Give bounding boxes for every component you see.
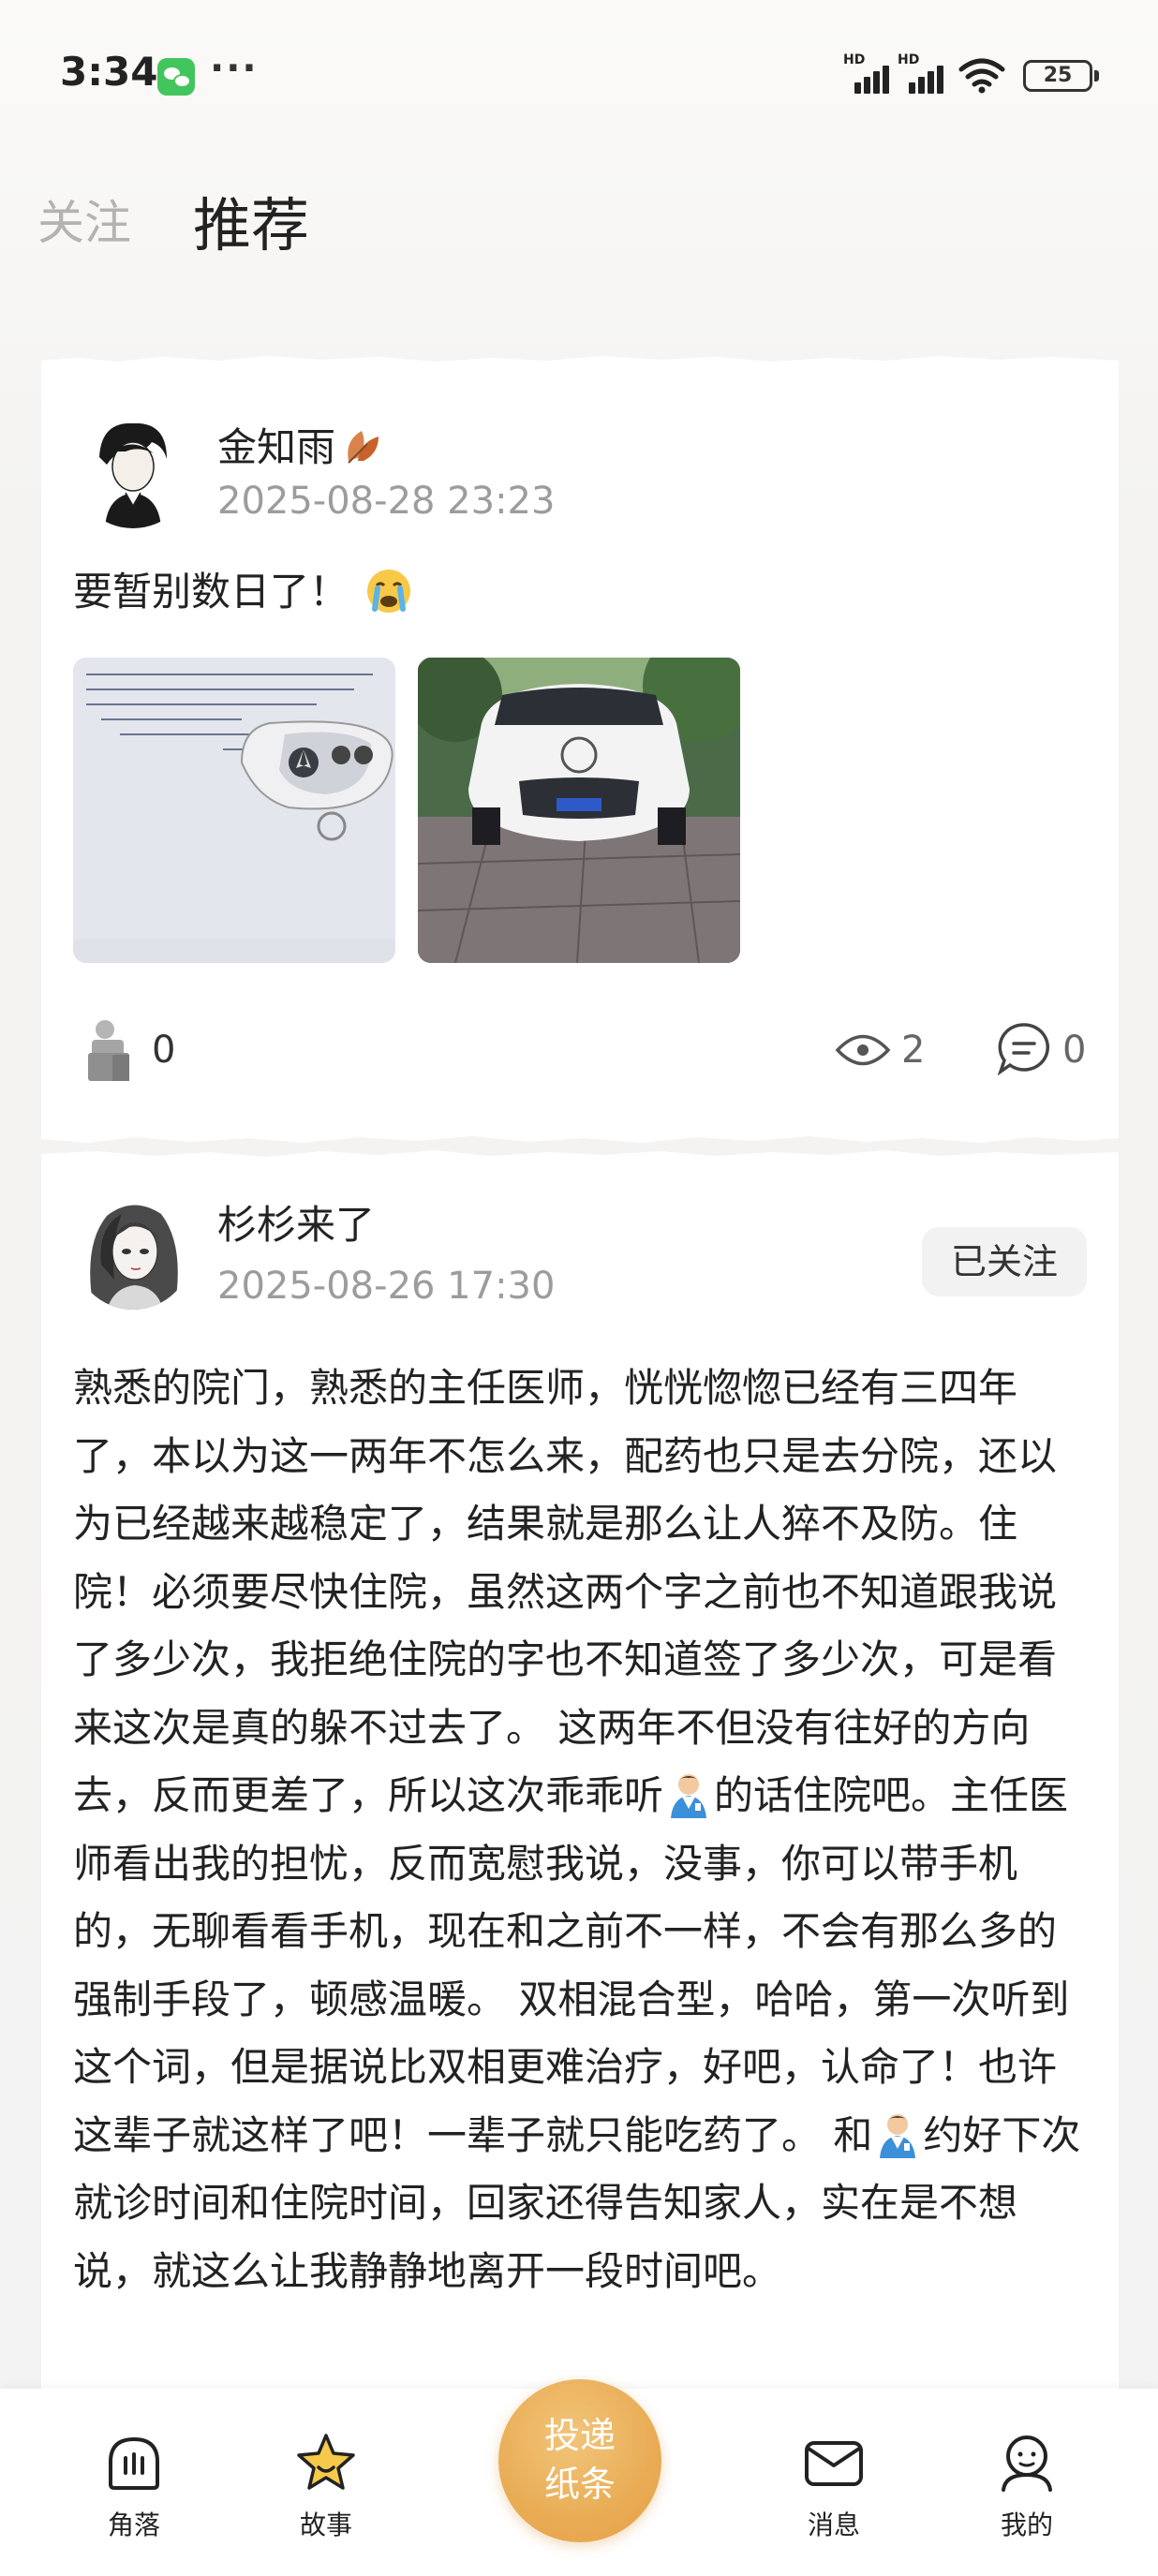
- crying-face-icon: [367, 570, 411, 613]
- more-notifications-icon: ···: [210, 47, 259, 90]
- wifi-icon: [958, 58, 1005, 94]
- username[interactable]: 杉杉来了: [217, 1193, 375, 1251]
- post-actions: 0 2 0: [41, 1012, 1119, 1096]
- post-note-label-line2: 纸条: [543, 2464, 616, 2505]
- nav-story[interactable]: 故事: [270, 2430, 382, 2552]
- post-text[interactable]: 熟悉的院门，熟悉的主任医师，恍恍惚惚已经有三四年了，本以为这一两年不怎么来，配药…: [73, 1355, 1094, 2305]
- signal-hd-label-2: HD: [898, 52, 920, 67]
- like-count: 0: [152, 1029, 176, 1072]
- doctor-emoji-icon: [671, 1774, 707, 1818]
- nav-message-label: 消息: [807, 2509, 860, 2540]
- signal-icon: HD: [843, 52, 901, 94]
- tab-follow[interactable]: 关注: [37, 185, 131, 253]
- post-timestamp: 2025-08-28 23:23: [217, 480, 556, 523]
- comment-count: 0: [1062, 1029, 1087, 1072]
- post-text-segment: 熟悉的院门，熟悉的主任医师，恍恍惚惚已经有三四年了，本以为这一两年不怎么来，配药…: [73, 1365, 1058, 1818]
- nav-story-label: 故事: [299, 2509, 352, 2540]
- tab-recommend[interactable]: 推荐: [193, 178, 309, 262]
- eye-icon: [835, 1034, 891, 1066]
- envelope-icon: [805, 2441, 863, 2486]
- post-text-content[interactable]: 要暂别数日了！: [73, 569, 349, 614]
- torn-edge: [41, 1150, 1119, 1162]
- nav-message[interactable]: 消息: [778, 2430, 890, 2552]
- corner-house-icon: [109, 2436, 159, 2490]
- autumn-leaf-icon: [348, 431, 379, 464]
- post-note-button[interactable]: 投递 纸条: [498, 2379, 661, 2542]
- status-time: 3:34: [60, 49, 158, 95]
- post-photo-document[interactable]: [73, 658, 395, 963]
- wechat-icon: [157, 58, 195, 96]
- username-text[interactable]: 金知雨: [217, 424, 335, 470]
- nav-corner[interactable]: 角落: [78, 2430, 190, 2552]
- doctor-emoji-icon: [880, 2113, 916, 2158]
- post-card[interactable]: 杉杉来了 2025-08-26 17:30 已关注 熟悉的院门，熟悉的主任医师，…: [41, 1150, 1119, 2415]
- avatar[interactable]: [73, 1190, 193, 1310]
- avatar[interactable]: [73, 408, 193, 528]
- username[interactable]: 金知雨: [217, 416, 384, 473]
- view-count: 2: [901, 1029, 926, 1072]
- battery-icon: 25: [1023, 60, 1099, 92]
- comment-icon[interactable]: [997, 1021, 1051, 1075]
- follow-status-button[interactable]: 已关注: [922, 1227, 1087, 1296]
- signal-icon-2: HD: [898, 52, 956, 94]
- nav-mine[interactable]: 我的: [971, 2430, 1083, 2552]
- signal-hd-label: HD: [843, 52, 866, 67]
- nav-corner-label: 角落: [107, 2509, 160, 2540]
- post-photo-car[interactable]: [418, 658, 740, 963]
- figure-like-icon[interactable]: [84, 1017, 133, 1083]
- status-bar: 3:34 ··· HD HD 25: [0, 0, 1158, 150]
- star-icon: [297, 2434, 355, 2490]
- post-card[interactable]: 金知雨 2025-08-28 23:23 要暂别数日了！ 0 2 0: [41, 356, 1119, 1143]
- nav-mine-label: 我的: [1000, 2509, 1053, 2540]
- torn-edge: [41, 1132, 1119, 1143]
- post-text[interactable]: 要暂别数日了！: [73, 560, 412, 617]
- profile-icon: [1002, 2435, 1052, 2492]
- post-timestamp: 2025-08-26 17:30: [217, 1265, 556, 1308]
- post-text-segment: 的话住院吧。主任医师看出我的担忧，反而宽慰我说，没事，你可以带手机的，无聊看看手…: [73, 1772, 1070, 2158]
- post-note-label-line1: 投递: [543, 2415, 616, 2456]
- torn-edge: [41, 356, 1119, 367]
